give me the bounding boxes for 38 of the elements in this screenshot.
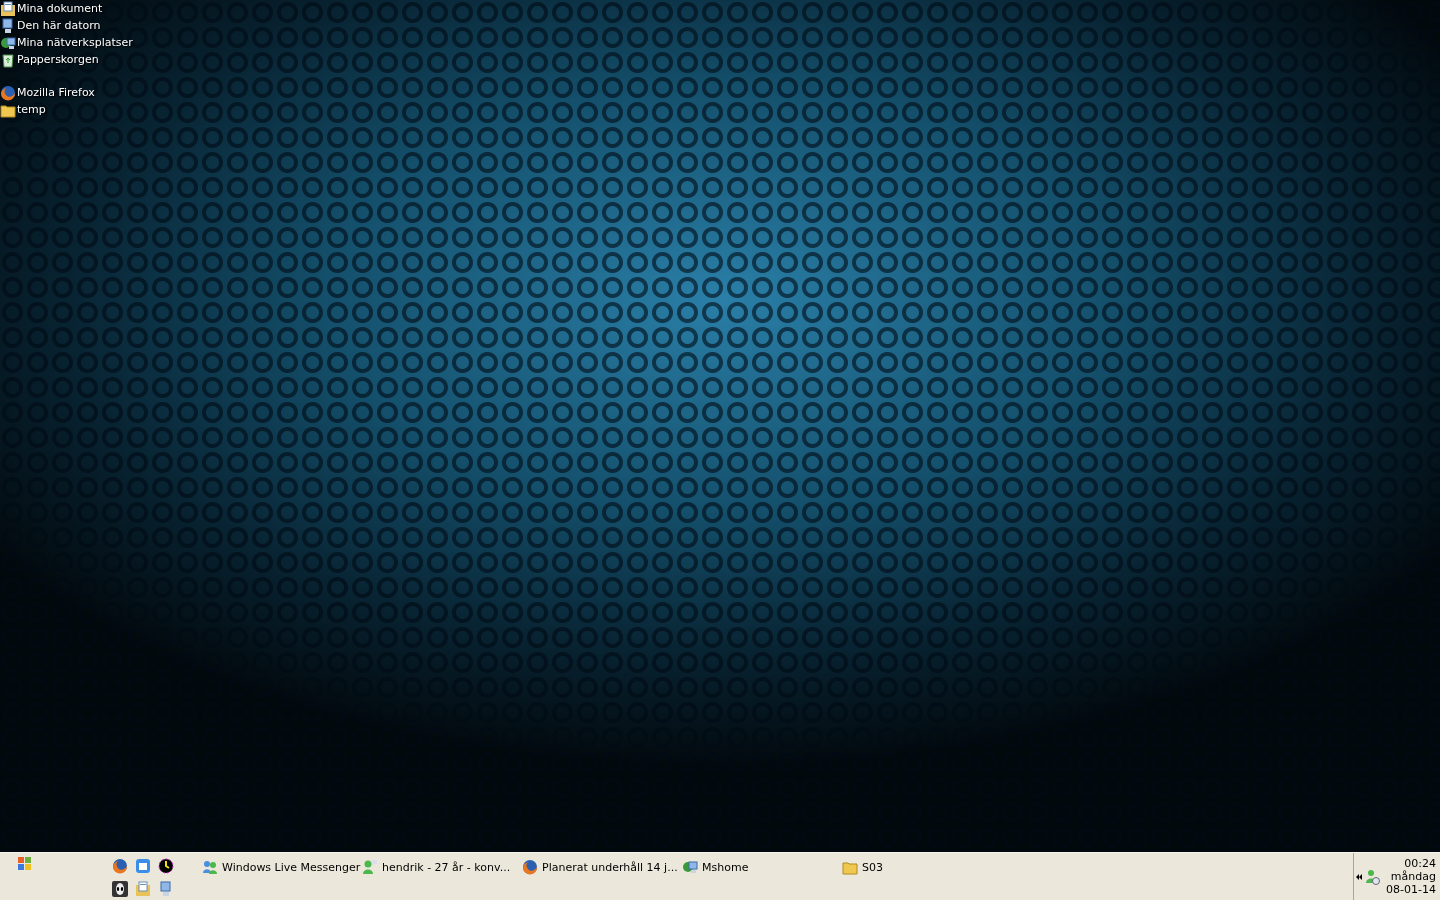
- mail-icon: [134, 857, 151, 874]
- shortcut-label: Mina dokument: [17, 2, 103, 15]
- shortcut-label: Den här datorn: [17, 19, 101, 32]
- computer-icon: [0, 17, 16, 34]
- clock-time: 00:24: [1404, 857, 1436, 870]
- start-button-icon[interactable]: [18, 857, 32, 871]
- documents-folder-icon: [134, 880, 151, 897]
- shortcut-label: Papperskorgen: [17, 53, 99, 66]
- browser-globe-icon: [111, 857, 128, 874]
- network-icon: [0, 34, 16, 51]
- shortcut-label: temp: [17, 103, 46, 116]
- desktop-shortcut[interactable]: Mozilla Firefox: [0, 84, 1440, 101]
- desktop-shortcut[interactable]: Mina nätverksplatser: [0, 34, 1440, 51]
- desktop-shortcut[interactable]: Mina dokument: [0, 0, 1440, 17]
- browser-globe-icon: [0, 84, 16, 101]
- recycle-bin-icon: [0, 51, 16, 68]
- shortcut-label: Mozilla Firefox: [17, 86, 95, 99]
- desktop-shortcut[interactable]: Den här datorn: [0, 17, 1440, 34]
- documents-folder-icon: [0, 0, 16, 17]
- desktop-shortcut[interactable]: Papperskorgen: [0, 51, 1440, 68]
- network-icon: [682, 859, 698, 875]
- desktop-shortcut[interactable]: temp: [0, 101, 1440, 118]
- shortcut-label: Mina nätverksplatser: [17, 36, 133, 49]
- clock-icon: [157, 857, 174, 874]
- taskbar-button[interactable]: Windows Live Messenger: [202, 856, 362, 878]
- person-chat-icon: [362, 859, 378, 875]
- taskbar-button[interactable]: Planerat underhåll 14 j...: [522, 856, 682, 878]
- folder-icon: [842, 859, 858, 875]
- alien-head-icon: [111, 880, 128, 897]
- clock-day: måndag: [1390, 870, 1436, 883]
- taskbar-button[interactable]: hendrik - 27 år - konv...: [362, 856, 522, 878]
- double-chevron-icon[interactable]: [1356, 873, 1362, 880]
- taskbar-button[interactable]: Mshome: [682, 856, 842, 878]
- clock-date: 08-01-14: [1386, 883, 1436, 896]
- computer-icon: [157, 880, 174, 897]
- browser-globe-icon: [522, 859, 538, 875]
- taskbar-button[interactable]: S03: [842, 856, 1002, 878]
- people-icon: [202, 859, 218, 875]
